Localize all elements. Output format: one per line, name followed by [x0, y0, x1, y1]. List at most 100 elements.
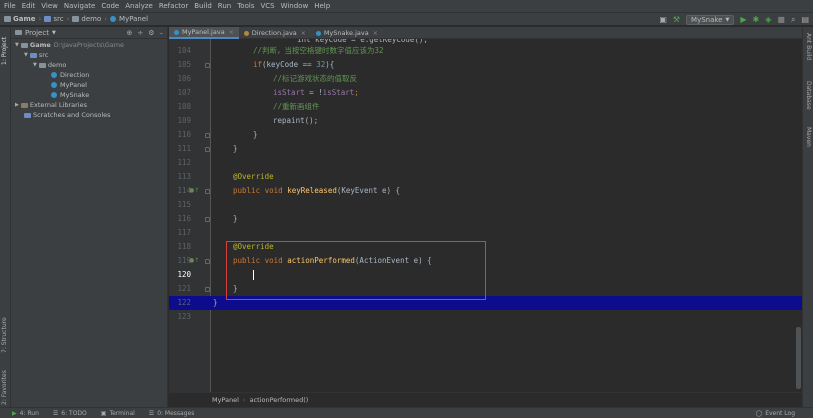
breadcrumb-method[interactable]: actionPerformed()	[250, 396, 309, 404]
code-line-105: 105 if(keyCode == 32){	[177, 60, 335, 69]
library-icon	[20, 102, 28, 108]
menu-edit[interactable]: Edit	[22, 0, 36, 12]
code-line-107: 107 isStart = !isStart;	[177, 88, 359, 97]
project-view-icon	[15, 30, 22, 35]
chevron-down-icon: ▼	[24, 52, 28, 58]
chevron-down-icon[interactable]: ▼	[52, 30, 56, 36]
stop-icon[interactable]: ■	[777, 13, 785, 27]
nav-crumb-mypanel[interactable]: MyPanel	[110, 15, 148, 23]
menu-build[interactable]: Build	[194, 0, 212, 12]
tree-item-scratches[interactable]: Scratches and Consoles	[22, 110, 111, 120]
nav-crumb-demo[interactable]: demo	[72, 15, 101, 23]
tool-tab-favorites[interactable]: 2: Favorites	[1, 361, 8, 405]
tree-item-mypanel[interactable]: MyPanel	[51, 80, 87, 90]
source-folder-icon	[29, 52, 37, 58]
gear-icon[interactable]: ⚙	[148, 29, 154, 37]
terminal-icon: ▣	[100, 409, 107, 417]
fold-icon[interactable]	[205, 259, 210, 264]
todo-icon: ☰	[52, 409, 59, 417]
debug-icon[interactable]: ✱	[753, 13, 760, 27]
search-icon[interactable]: ⌕	[791, 13, 795, 27]
folder-icon	[44, 16, 52, 22]
project-panel: Project ▼ ⊕ ÷ ⚙ – ▼ Game D:\JavaProjects…	[11, 27, 168, 407]
code-line-115: 115	[177, 200, 191, 209]
menu-run[interactable]: Run	[218, 0, 231, 12]
event-log-button[interactable]: ◯ Event Log	[755, 408, 795, 418]
tool-tab-structure[interactable]: 7: Structure	[1, 309, 8, 353]
navigation-bar: Game › src › demo › MyPanel ▣ ⚒ MySnake …	[0, 12, 813, 26]
menu-code[interactable]: Code	[101, 0, 119, 12]
fold-icon[interactable]	[205, 217, 210, 222]
menu-tools[interactable]: Tools	[237, 0, 254, 12]
bottom-tool-bar: ▶ 4: Run ☰ 6: TODO ▣ Terminal ☰ 0: Messa…	[0, 407, 813, 418]
tool-tab-terminal[interactable]: ▣ Terminal	[101, 410, 135, 417]
override-marker-icon[interactable]: ●↑	[189, 254, 199, 268]
menu-analyze[interactable]: Analyze	[125, 0, 153, 12]
menu-window[interactable]: Window	[281, 0, 309, 12]
tree-item-demo[interactable]: ▼ demo	[33, 60, 66, 70]
menu-navigate[interactable]: Navigate	[64, 0, 95, 12]
override-marker-icon[interactable]: ●↑	[189, 184, 199, 198]
collapse-icon[interactable]: ÷	[137, 29, 143, 37]
code-line-109: 109 repaint();	[177, 116, 319, 125]
code-line-114: 114 ●↑ public void keyReleased(KeyEvent …	[169, 184, 802, 198]
folder-icon	[20, 42, 28, 48]
locate-icon[interactable]: ⊕	[126, 29, 132, 37]
menu-file[interactable]: File	[4, 0, 16, 12]
code-line-110: 110 }	[177, 130, 258, 139]
tool-tab-maven[interactable]: Maven	[805, 127, 812, 147]
fold-icon[interactable]	[205, 287, 210, 292]
tree-item-external-libraries[interactable]: ▶ External Libraries	[15, 100, 87, 110]
breadcrumb-class[interactable]: MyPanel	[212, 396, 239, 404]
fold-icon[interactable]	[205, 147, 210, 152]
code-line-108: 108 //重新画组件	[177, 102, 320, 111]
hammer-icon[interactable]: ⚒	[673, 13, 680, 27]
tree-item-game[interactable]: ▼ Game D:\JavaProjects\Game	[15, 40, 124, 50]
toolbar-right: ▣ ⚒ MySnake ▼ ▶ ✱ ◈ ■ ⌕ ▤	[653, 13, 809, 27]
chevron-down-icon: ▼	[33, 62, 37, 68]
code-line-106: 106 //标记游戏状态的值取反	[177, 74, 358, 83]
tool-tab-messages[interactable]: ☰ 0: Messages	[149, 410, 195, 417]
tree-item-mysnake[interactable]: MySnake	[51, 90, 89, 100]
tool-tab-project[interactable]: 1: Project	[1, 29, 8, 65]
menu-vcs[interactable]: VCS	[260, 0, 274, 12]
tool-tab-database[interactable]: Database	[805, 81, 812, 110]
build-project-icon[interactable]: ▣	[659, 13, 667, 27]
crumb-separator: ›	[66, 15, 70, 23]
menu-bar: File Edit View Navigate Code Analyze Ref…	[0, 0, 813, 12]
right-tool-strip: Ant Build Database Maven	[802, 27, 813, 407]
run-config-select[interactable]: MySnake ▼	[686, 15, 735, 25]
hide-icon[interactable]: –	[160, 29, 164, 37]
code-line-112: 112	[177, 158, 191, 167]
editor-scrollbar[interactable]	[796, 327, 801, 389]
event-log-icon: ◯	[755, 410, 763, 417]
run-icon[interactable]: ▶	[740, 13, 746, 27]
code-line-123: 123	[177, 312, 191, 321]
fold-icon[interactable]	[205, 189, 210, 194]
menu-view[interactable]: View	[41, 0, 58, 12]
fold-icon[interactable]	[205, 133, 210, 138]
class-icon	[110, 16, 117, 22]
fold-icon[interactable]	[205, 63, 210, 68]
tree-item-src[interactable]: ▼ src	[24, 50, 48, 60]
project-header-actions: ⊕ ÷ ⚙ –	[121, 27, 163, 39]
coverage-icon[interactable]: ◈	[765, 13, 771, 27]
project-panel-header: Project ▼ ⊕ ÷ ⚙ –	[11, 27, 167, 39]
breadcrumb-separator: ›	[243, 396, 246, 404]
code-line-104: 104 //判断，当按空格键时数字值应该为32	[177, 46, 384, 55]
nav-crumb-game[interactable]: Game	[4, 15, 36, 23]
tree-item-direction[interactable]: Direction	[51, 70, 89, 80]
package-icon	[38, 62, 46, 68]
crumb-separator: ›	[104, 15, 108, 23]
project-view-select[interactable]: Project	[25, 29, 49, 37]
messages-icon: ☰	[148, 409, 155, 417]
code-line-116: 116 }	[177, 214, 238, 223]
menu-refactor[interactable]: Refactor	[159, 0, 188, 12]
class-icon	[51, 92, 57, 98]
menu-help[interactable]: Help	[314, 0, 330, 12]
layout-icon[interactable]: ▤	[801, 13, 809, 27]
tool-tab-run[interactable]: ▶ 4: Run	[12, 410, 39, 417]
tool-tab-todo[interactable]: ☰ 6: TODO	[53, 410, 87, 417]
nav-crumb-src[interactable]: src	[44, 15, 64, 23]
tool-tab-ant-build[interactable]: Ant Build	[805, 33, 812, 60]
